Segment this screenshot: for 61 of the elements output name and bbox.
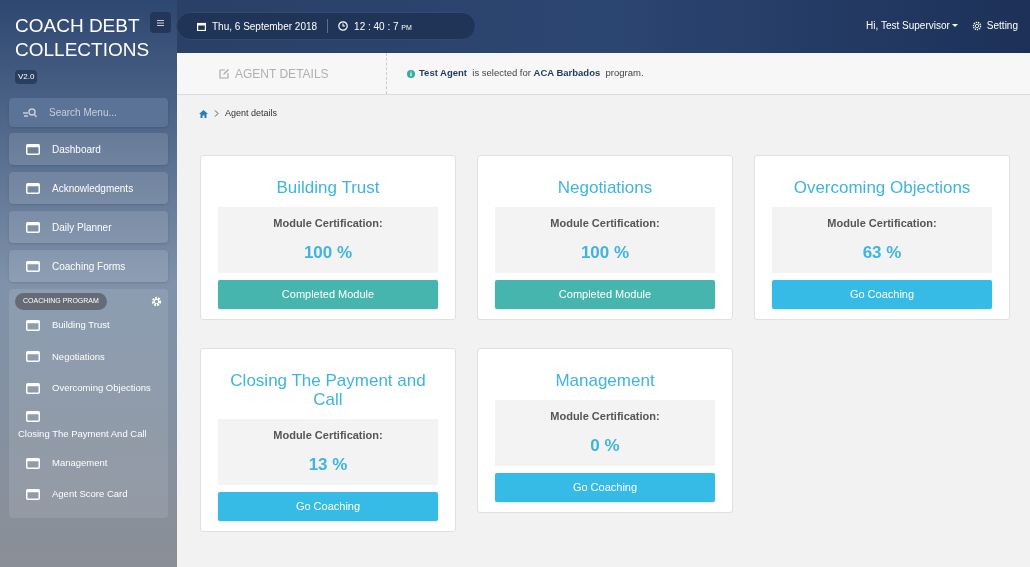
menu-item[interactable]: Agent Score Card [9,478,168,511]
window-icon [26,382,40,394]
settings-icon [971,20,982,31]
module-title: Negotiations [556,178,654,197]
module-title: Overcoming Objections [792,178,972,197]
certification-label: Module Certification: [273,428,383,443]
certification-value: 0 % [590,434,620,457]
window-icon [26,143,40,155]
menu-item[interactable]: Negotiations [9,341,168,373]
window-icon [26,260,40,272]
menu-button[interactable] [150,12,171,33]
menu-icon [157,19,164,26]
window-icon [26,489,40,500]
user-menu[interactable]: Hi, Test Supervisor [866,18,958,33]
certification-value: 13 % [308,453,348,476]
menu-item[interactable]: Closing The Payment And Call [9,404,168,448]
window-icon [26,411,40,422]
window-icon [26,457,40,469]
module-button[interactable]: Go Coaching [218,492,438,521]
certification-label: Module Certification: [273,216,383,231]
certification-label: Module Certification: [550,216,660,231]
window-icon [26,221,40,233]
calendar-icon [197,21,206,31]
window-icon [26,351,40,363]
menu-item[interactable]: Management [9,447,168,479]
home-icon[interactable] [199,109,208,118]
menu-item[interactable]: Daily Planner [9,211,168,243]
settings-icon[interactable] [151,295,162,307]
date-text: Thu, 6 September 2018 [212,19,318,34]
caret-icon [951,23,958,28]
app-title: COACH DEBT COLLECTIONS [15,14,151,62]
menu-item[interactable]: Coaching Forms [9,250,168,282]
menu-item[interactable]: Dashboard [9,133,168,165]
window-icon [26,319,40,331]
menu-item[interactable]: Overcoming Objections [9,372,168,404]
certification-label: Module Certification: [827,216,937,231]
certification-value: 63 % [862,241,902,264]
menu-item[interactable]: Acknowledgments [9,172,168,204]
page-title: AGENT DETAILS [235,65,329,83]
window-icon [26,182,40,194]
module-button[interactable]: Completed Module [495,280,715,309]
chevron-icon [214,110,219,117]
search-icon [23,108,37,118]
module-button[interactable]: Go Coaching [495,473,715,502]
certification-value: 100 % [303,241,353,264]
certification-label: Module Certification: [550,409,660,424]
module-button[interactable]: Go Coaching [772,280,992,309]
edit-icon [219,68,230,79]
breadcrumb-item[interactable]: Agent details [225,106,278,121]
search-field[interactable]: Search Menu... [9,98,168,127]
info-message: Test Agent is selected for ACA Barbados program. [419,66,644,81]
module-title: Building Trust [275,178,381,197]
settings-link[interactable]: Setting [971,18,1018,33]
certification-value: 100 % [580,241,630,264]
info-icon [407,69,415,78]
module-title: Management [554,371,656,390]
version-badge: V2.0 [15,70,38,84]
module-title: Closing The Payment and Call [229,371,427,409]
clock-icon [338,21,349,31]
menu-item[interactable]: Building Trust [9,309,168,341]
module-button[interactable]: Completed Module [218,280,438,309]
